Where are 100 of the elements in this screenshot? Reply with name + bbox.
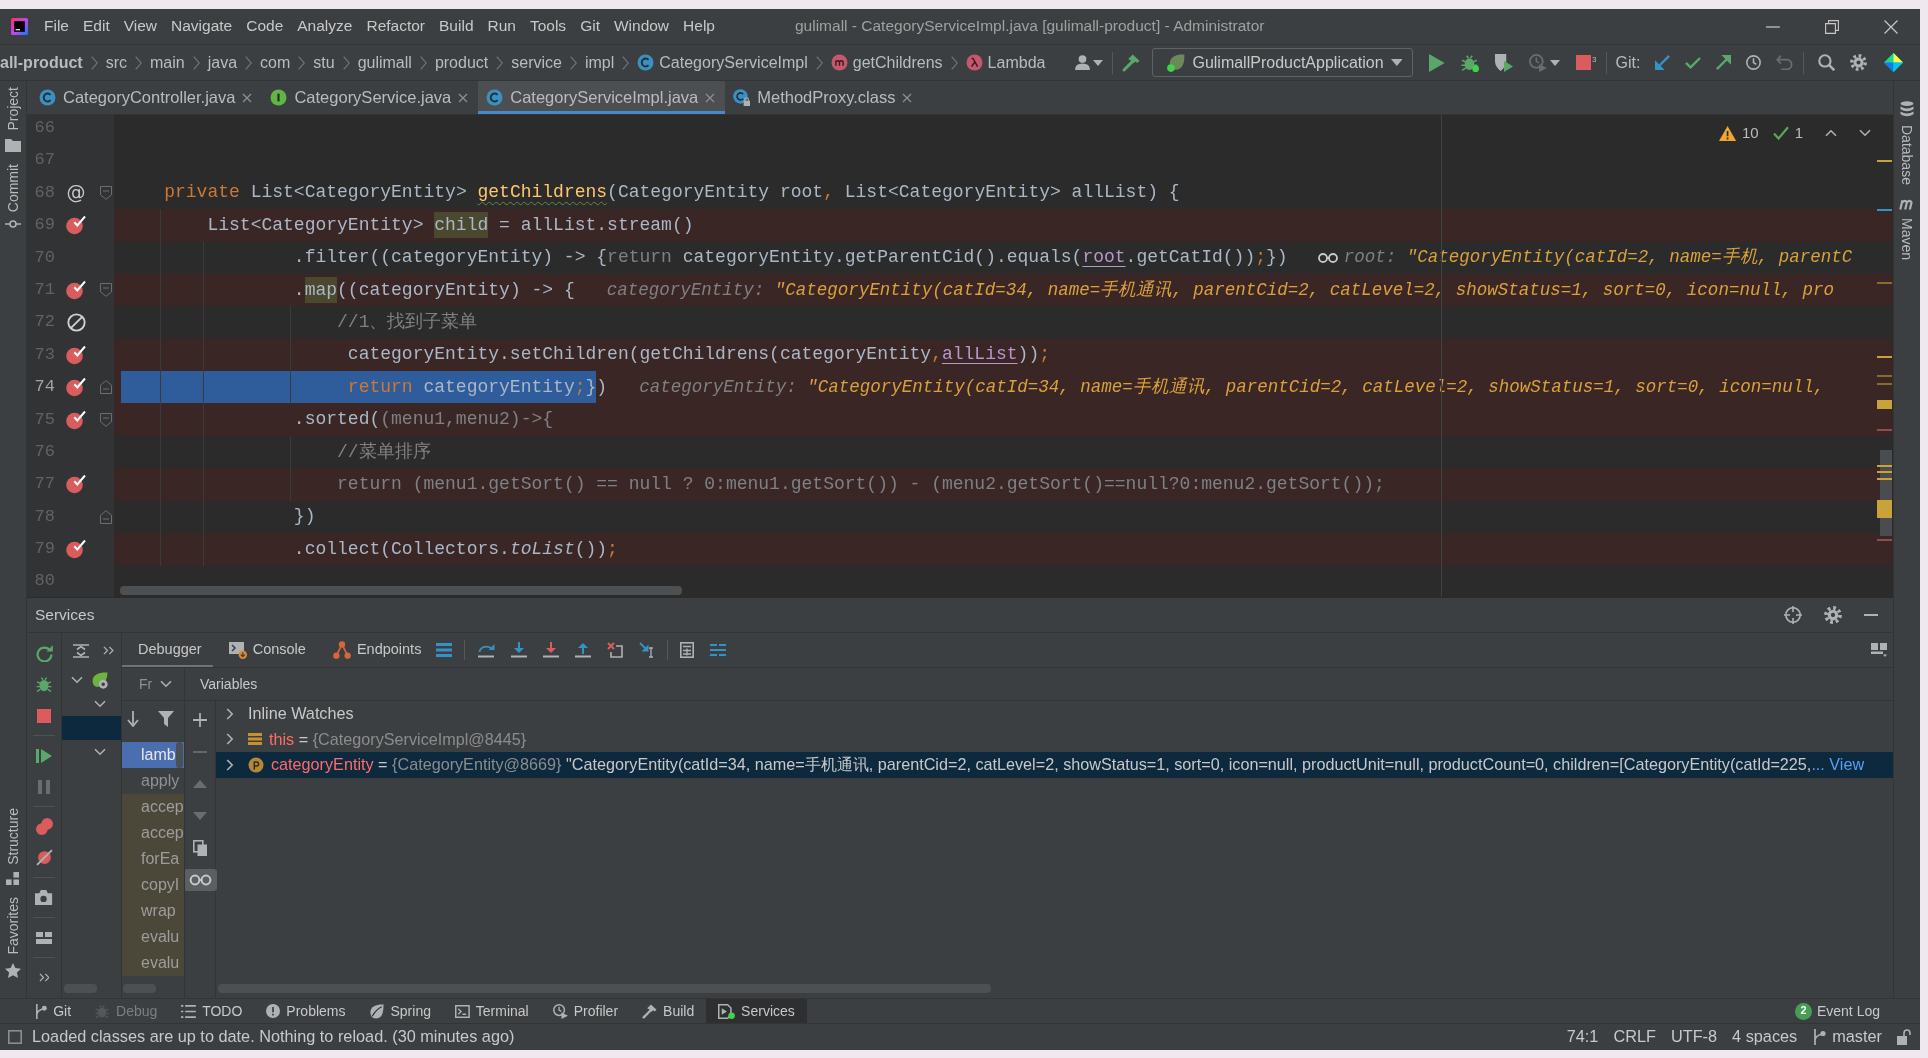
tool-window-button[interactable]: Build: [630, 999, 707, 1023]
tool-window-button[interactable]: Database: [1898, 95, 1916, 191]
stop-icon[interactable]: [37, 708, 51, 723]
menu-item[interactable]: Window: [606, 17, 677, 36]
check-count[interactable]: 1: [1794, 124, 1803, 142]
warning-count[interactable]: 10: [1741, 124, 1759, 142]
plus-icon[interactable]: [193, 713, 207, 727]
panel-tab[interactable]: Endpoints: [316, 633, 433, 667]
diagonal-arrow-icon[interactable]: [639, 642, 656, 658]
breakpoint-icon[interactable]: [66, 474, 86, 495]
menu-item[interactable]: Navigate: [164, 17, 240, 36]
tool-window-button[interactable]: Problems: [254, 999, 358, 1023]
bug-icon[interactable]: [1461, 53, 1480, 72]
menu-item[interactable]: Git: [573, 17, 607, 36]
filter-icon[interactable]: [158, 710, 174, 727]
fold-marker-icon[interactable]: [100, 283, 112, 298]
editor-tab[interactable]: MethodProxy.class: [725, 81, 923, 114]
down-arrow-icon[interactable]: [127, 710, 139, 727]
breakpoint-icon[interactable]: [66, 280, 86, 301]
scrollbar-thumb[interactable]: [176, 742, 183, 768]
editor-tab[interactable]: CategoryServiceImpl.java: [478, 81, 726, 114]
settings-icon[interactable]: [1849, 54, 1867, 71]
layout-icon[interactable]: [1871, 643, 1887, 657]
cross-frame-icon[interactable]: [607, 642, 624, 658]
line-separator[interactable]: CRLF: [1613, 1027, 1656, 1047]
tool-window-button[interactable]: Commit: [4, 157, 22, 234]
frames-selector[interactable]: Fr: [139, 675, 173, 693]
view-link[interactable]: ... View: [1811, 755, 1865, 775]
settings-icon[interactable]: [1824, 606, 1842, 624]
play-icon[interactable]: [1429, 53, 1446, 72]
menu-item[interactable]: Run: [480, 17, 523, 36]
tool-window-button[interactable]: Git: [22, 999, 83, 1023]
close-icon[interactable]: [1884, 19, 1898, 34]
warning-icon[interactable]: [1718, 125, 1736, 141]
curved-arrow-icon[interactable]: [477, 642, 496, 658]
tool-window-button[interactable]: Favorites: [4, 891, 22, 984]
breakpoint-icon[interactable]: [66, 344, 86, 365]
error-stripe-drawing[interactable]: [1875, 160, 1892, 541]
breakpoint-icon[interactable]: [66, 215, 86, 236]
frame-row[interactable]: accep: [122, 820, 184, 846]
camera-icon[interactable]: [35, 890, 53, 905]
panel-tab[interactable]: Debugger: [122, 633, 213, 667]
slashed-circle-icon[interactable]: [66, 313, 86, 333]
close-icon[interactable]: [242, 92, 253, 103]
fold-marker-icon[interactable]: [100, 412, 112, 427]
arrow-up-right-icon[interactable]: [1716, 55, 1732, 70]
tool-window-button[interactable]: Project: [4, 81, 22, 158]
frame-row[interactable]: accep: [122, 794, 184, 820]
hammer-icon[interactable]: [1122, 53, 1141, 72]
minimize-icon[interactable]: [1766, 25, 1780, 28]
copy-icon[interactable]: [193, 840, 207, 856]
double-chevron-icon[interactable]: [38, 973, 50, 982]
layout-icon[interactable]: [36, 931, 52, 944]
chevron-down-icon[interactable]: [1859, 129, 1871, 137]
breadcrumb-item[interactable]: Lambda: [965, 52, 1046, 73]
scrollbar-thumb[interactable]: [120, 586, 682, 595]
double-chevron-icon[interactable]: [103, 646, 114, 655]
down-arrow-icon[interactable]: [543, 642, 560, 658]
breadcrumb-item[interactable]: stu: [313, 52, 335, 73]
variable-row[interactable]: this = {CategoryServiceImpl@8445}: [216, 726, 1893, 752]
restore-icon[interactable]: [1825, 19, 1839, 34]
search-icon[interactable]: [1817, 54, 1835, 71]
breadcrumb-item[interactable]: gulimall: [357, 52, 412, 73]
chevron-right-icon[interactable]: [226, 707, 234, 720]
variable-row[interactable]: categoryEntity = {CategoryEntity@8669} "CategoryEntity(catId=34, name=手机通讯, parentCid=2, catLevel=2, showStatus=1, sort=0, icon=null, productUnit=null, productCount=0, children=[CategoryEntity(catId=225,... View: [216, 752, 1893, 778]
tool-window-button[interactable]: Terminal: [442, 999, 541, 1023]
caret-icon[interactable]: [1093, 59, 1104, 66]
crosshair-icon[interactable]: [1784, 606, 1802, 624]
menu-item[interactable]: Tools: [522, 17, 574, 36]
breadcrumb-item[interactable]: impl: [584, 52, 615, 73]
tool-window-button[interactable]: TODO: [169, 999, 255, 1023]
editor-tab[interactable]: CategoryController.java: [31, 81, 263, 114]
frame-row[interactable]: apply: [122, 768, 184, 794]
close-icon[interactable]: [902, 92, 913, 103]
panel-tab[interactable]: Console: [212, 633, 317, 667]
mute-breakpoints-icon[interactable]: [35, 849, 53, 866]
menu-item[interactable]: File: [37, 17, 76, 36]
expand-all-icon[interactable]: [73, 643, 89, 658]
chevron-up-icon[interactable]: [1825, 129, 1837, 137]
menu-item[interactable]: Build: [432, 17, 481, 36]
lines-icon[interactable]: [710, 644, 727, 656]
chevron-right-icon[interactable]: [226, 758, 234, 771]
frame-row[interactable]: copyI: [122, 872, 184, 898]
frame-row[interactable]: forEa: [122, 846, 184, 872]
glasses-icon[interactable]: [183, 869, 217, 891]
menu-icon[interactable]: [436, 643, 453, 657]
menu-item[interactable]: Analyze: [290, 17, 360, 36]
frame-row[interactable]: wrap: [122, 898, 184, 924]
menu-item[interactable]: Code: [239, 17, 291, 36]
variable-row[interactable]: Inline Watches: [216, 701, 1893, 727]
menu-item[interactable]: Help: [676, 17, 722, 36]
circular-arrow-icon[interactable]: [35, 645, 53, 662]
play-icon[interactable]: [36, 747, 52, 764]
breadcrumb-item[interactable]: src: [105, 52, 127, 73]
breakpoints-icon[interactable]: [35, 818, 53, 835]
tool-window-button[interactable]: Spring: [357, 999, 443, 1023]
tool-window-button[interactable]: Maven: [1898, 190, 1916, 266]
run-configuration-selector[interactable]: GulimallProductApplication: [1152, 48, 1414, 77]
tool-window-button[interactable]: Structure: [4, 801, 22, 892]
fold-marker-icon[interactable]: [100, 380, 112, 395]
